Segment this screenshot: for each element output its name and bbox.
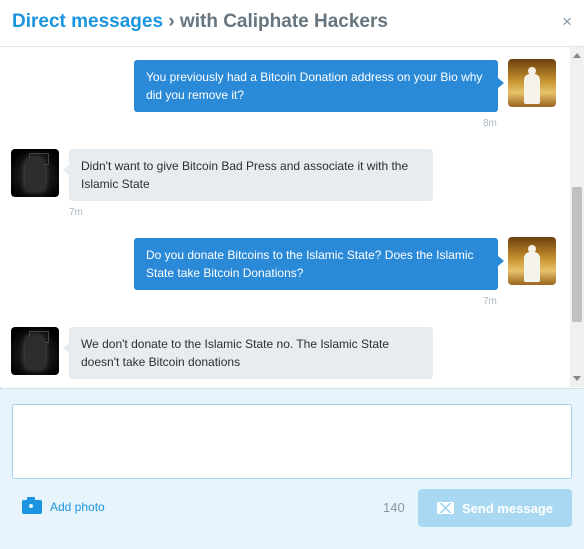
message-composer: Add photo 140 Send message [0,388,584,549]
message-text: You previously had a Bitcoin Donation ad… [146,70,483,102]
message-timestamp: 7m [483,296,497,307]
incoming-message: We don't donate to the Islamic State no.… [63,327,433,379]
camera-icon [22,497,42,514]
outgoing-message: Do you donate Bitcoins to the Islamic St… [134,238,504,290]
close-icon[interactable]: × [562,12,572,32]
dm-header: Direct messages › with Caliphate Hackers… [0,0,584,47]
conversation-title: › with Caliphate Hackers [163,11,388,32]
message-text: Do you donate Bitcoins to the Islamic St… [146,248,474,280]
outgoing-message: You previously had a Bitcoin Donation ad… [134,60,504,112]
add-photo-label: Add photo [50,500,105,514]
send-message-button[interactable]: Send message [418,489,572,527]
message-thread[interactable]: You previously had a Bitcoin Donation ad… [0,47,570,387]
caliphate-hackers-avatar[interactable] [11,149,59,197]
page-title: Direct messages › with Caliphate Hackers [12,11,388,33]
scroll-down-arrow-icon[interactable] [573,376,581,381]
incoming-message: Didn't want to give Bitcoin Bad Press an… [63,149,433,201]
direct-messages-link[interactable]: Direct messages [12,11,163,32]
message-input[interactable] [12,404,572,479]
send-message-label: Send message [461,500,554,516]
message-timestamp: 7m [69,207,83,218]
message-timestamp: 8m [483,118,497,129]
user-avatar[interactable] [508,59,556,107]
envelope-icon [436,502,454,514]
character-count: 140 [383,500,405,515]
scrollbar-thumb[interactable] [572,187,582,322]
user-avatar[interactable] [508,237,556,285]
message-text: Didn't want to give Bitcoin Bad Press an… [81,159,409,191]
message-text: We don't donate to the Islamic State no.… [81,337,390,369]
caliphate-hackers-avatar[interactable] [11,327,59,375]
scroll-up-arrow-icon[interactable] [573,53,581,58]
add-photo-button[interactable]: Add photo [22,497,105,514]
thread-scrollbar[interactable] [570,47,584,387]
